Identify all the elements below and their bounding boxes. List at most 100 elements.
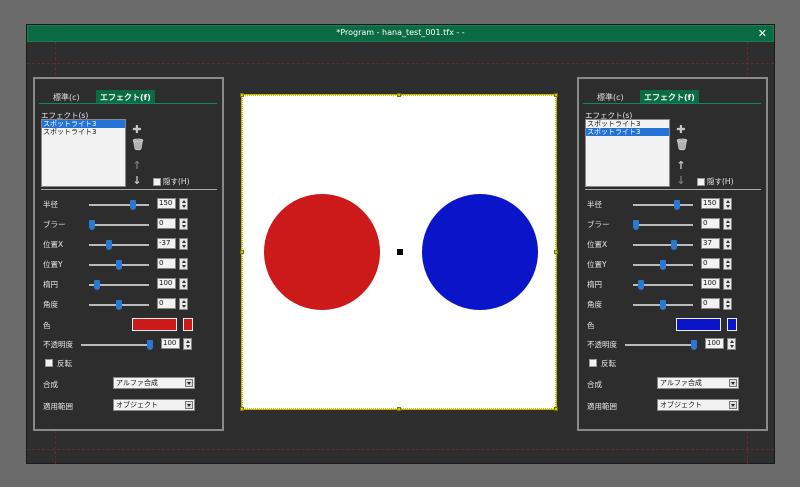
- angle-input[interactable]: 0: [157, 298, 176, 309]
- slider-thumb[interactable]: [660, 300, 666, 310]
- move-down-button[interactable]: ↓: [131, 175, 143, 187]
- tab-effect[interactable]: エフェクト(f): [96, 90, 155, 103]
- radius-spinner[interactable]: [179, 198, 188, 210]
- slider-thumb[interactable]: [94, 280, 100, 290]
- slider-thumb[interactable]: [638, 280, 644, 290]
- list-item[interactable]: スポットライト3: [586, 128, 669, 136]
- invert-checkbox[interactable]: [45, 359, 53, 367]
- blur-slider[interactable]: [89, 220, 149, 230]
- blur-spinner[interactable]: [179, 218, 188, 230]
- color-swatch[interactable]: [676, 318, 721, 331]
- slider-thumb[interactable]: [674, 200, 680, 210]
- slider-thumb[interactable]: [633, 220, 639, 230]
- angle-spinner[interactable]: [723, 298, 732, 310]
- blur-input[interactable]: 0: [701, 218, 720, 229]
- resize-handle[interactable]: [554, 250, 558, 254]
- tab-effect[interactable]: エフェクト(f): [640, 90, 699, 103]
- list-item[interactable]: スポットライト3: [42, 120, 125, 128]
- radius-spinner[interactable]: [723, 198, 732, 210]
- pos-x-input[interactable]: -37: [157, 238, 176, 249]
- pos-x-slider[interactable]: [633, 240, 693, 250]
- slider-thumb[interactable]: [89, 220, 95, 230]
- move-up-button[interactable]: ↑: [675, 160, 687, 172]
- color-swatch[interactable]: [132, 318, 177, 331]
- pos-y-input[interactable]: 0: [701, 258, 720, 269]
- hide-checkbox-group[interactable]: 隠す(H): [697, 176, 734, 186]
- slider-thumb[interactable]: [130, 200, 136, 210]
- opacity-input[interactable]: 100: [705, 338, 724, 349]
- blur-spinner[interactable]: [723, 218, 732, 230]
- resize-handle[interactable]: [240, 93, 244, 97]
- blur-slider[interactable]: [633, 220, 693, 230]
- ellipse-slider[interactable]: [89, 280, 149, 290]
- opacity-input[interactable]: 100: [161, 338, 180, 349]
- resize-handle[interactable]: [397, 93, 401, 97]
- slider-thumb[interactable]: [671, 240, 677, 250]
- tab-standard[interactable]: 標準(c): [49, 90, 84, 103]
- resize-handle[interactable]: [240, 407, 244, 411]
- blend-select[interactable]: アルファ合成: [657, 377, 739, 389]
- slider-thumb[interactable]: [116, 300, 122, 310]
- slider-thumb[interactable]: [116, 260, 122, 270]
- pos-y-spinner[interactable]: [723, 258, 732, 270]
- add-effect-button[interactable]: ✚: [675, 124, 687, 136]
- radius-slider[interactable]: [633, 200, 693, 210]
- ellipse-input[interactable]: 100: [701, 278, 720, 289]
- close-button[interactable]: ✕: [758, 27, 767, 40]
- ellipse-spinner[interactable]: [723, 278, 732, 290]
- angle-spinner[interactable]: [179, 298, 188, 310]
- tab-standard[interactable]: 標準(c): [593, 90, 628, 103]
- slider-thumb[interactable]: [691, 340, 697, 350]
- preview-canvas[interactable]: [240, 93, 558, 411]
- invert-checkbox[interactable]: [589, 359, 597, 367]
- resize-handle[interactable]: [397, 407, 401, 411]
- pos-y-slider[interactable]: [633, 260, 693, 270]
- angle-slider[interactable]: [89, 300, 149, 310]
- hide-checkbox-group[interactable]: 隠す(H): [153, 176, 190, 186]
- radius-input[interactable]: 150: [157, 198, 176, 209]
- pos-x-spinner[interactable]: [179, 238, 188, 250]
- scope-select[interactable]: オブジェクト: [657, 399, 739, 411]
- move-up-button[interactable]: ↑: [131, 160, 143, 172]
- hide-checkbox[interactable]: [153, 177, 161, 186]
- pos-x-slider[interactable]: [89, 240, 149, 250]
- effects-list[interactable]: スポットライト3 スポットライト3: [585, 119, 670, 187]
- list-item[interactable]: スポットライト3: [586, 120, 669, 128]
- opacity-spinner[interactable]: [727, 338, 736, 350]
- delete-effect-button[interactable]: 🗑: [675, 139, 689, 151]
- opacity-spinner[interactable]: [183, 338, 192, 350]
- radius-slider[interactable]: [89, 200, 149, 210]
- resize-handle[interactable]: [554, 93, 558, 97]
- add-effect-button[interactable]: ✚: [131, 124, 143, 136]
- opacity-slider[interactable]: [625, 340, 697, 350]
- anchor-point[interactable]: [397, 249, 403, 255]
- blend-select[interactable]: アルファ合成: [113, 377, 195, 389]
- hide-checkbox[interactable]: [697, 177, 705, 186]
- pos-x-spinner[interactable]: [723, 238, 732, 250]
- pos-y-slider[interactable]: [89, 260, 149, 270]
- color-picker-button[interactable]: [183, 318, 193, 331]
- pos-y-input[interactable]: 0: [157, 258, 176, 269]
- ellipse-input[interactable]: 100: [157, 278, 176, 289]
- blur-input[interactable]: 0: [157, 218, 176, 229]
- color-picker-button[interactable]: [727, 318, 737, 331]
- radius-input[interactable]: 150: [701, 198, 720, 209]
- angle-input[interactable]: 0: [701, 298, 720, 309]
- delete-effect-button[interactable]: 🗑: [131, 139, 145, 151]
- list-item[interactable]: スポットライト3: [42, 128, 125, 136]
- resize-handle[interactable]: [554, 407, 558, 411]
- slider-thumb[interactable]: [660, 260, 666, 270]
- ellipse-spinner[interactable]: [179, 278, 188, 290]
- title-bar[interactable]: *Program - hana_test_001.tfx - - ✕: [27, 25, 774, 42]
- move-down-button[interactable]: ↓: [675, 175, 687, 187]
- pos-y-spinner[interactable]: [179, 258, 188, 270]
- opacity-slider[interactable]: [81, 340, 153, 350]
- effects-list[interactable]: スポットライト3 スポットライト3: [41, 119, 126, 187]
- ellipse-slider[interactable]: [633, 280, 693, 290]
- angle-slider[interactable]: [633, 300, 693, 310]
- pos-x-input[interactable]: 37: [701, 238, 720, 249]
- slider-thumb[interactable]: [106, 240, 112, 250]
- slider-thumb[interactable]: [147, 340, 153, 350]
- resize-handle[interactable]: [240, 250, 244, 254]
- scope-select[interactable]: オブジェクト: [113, 399, 195, 411]
